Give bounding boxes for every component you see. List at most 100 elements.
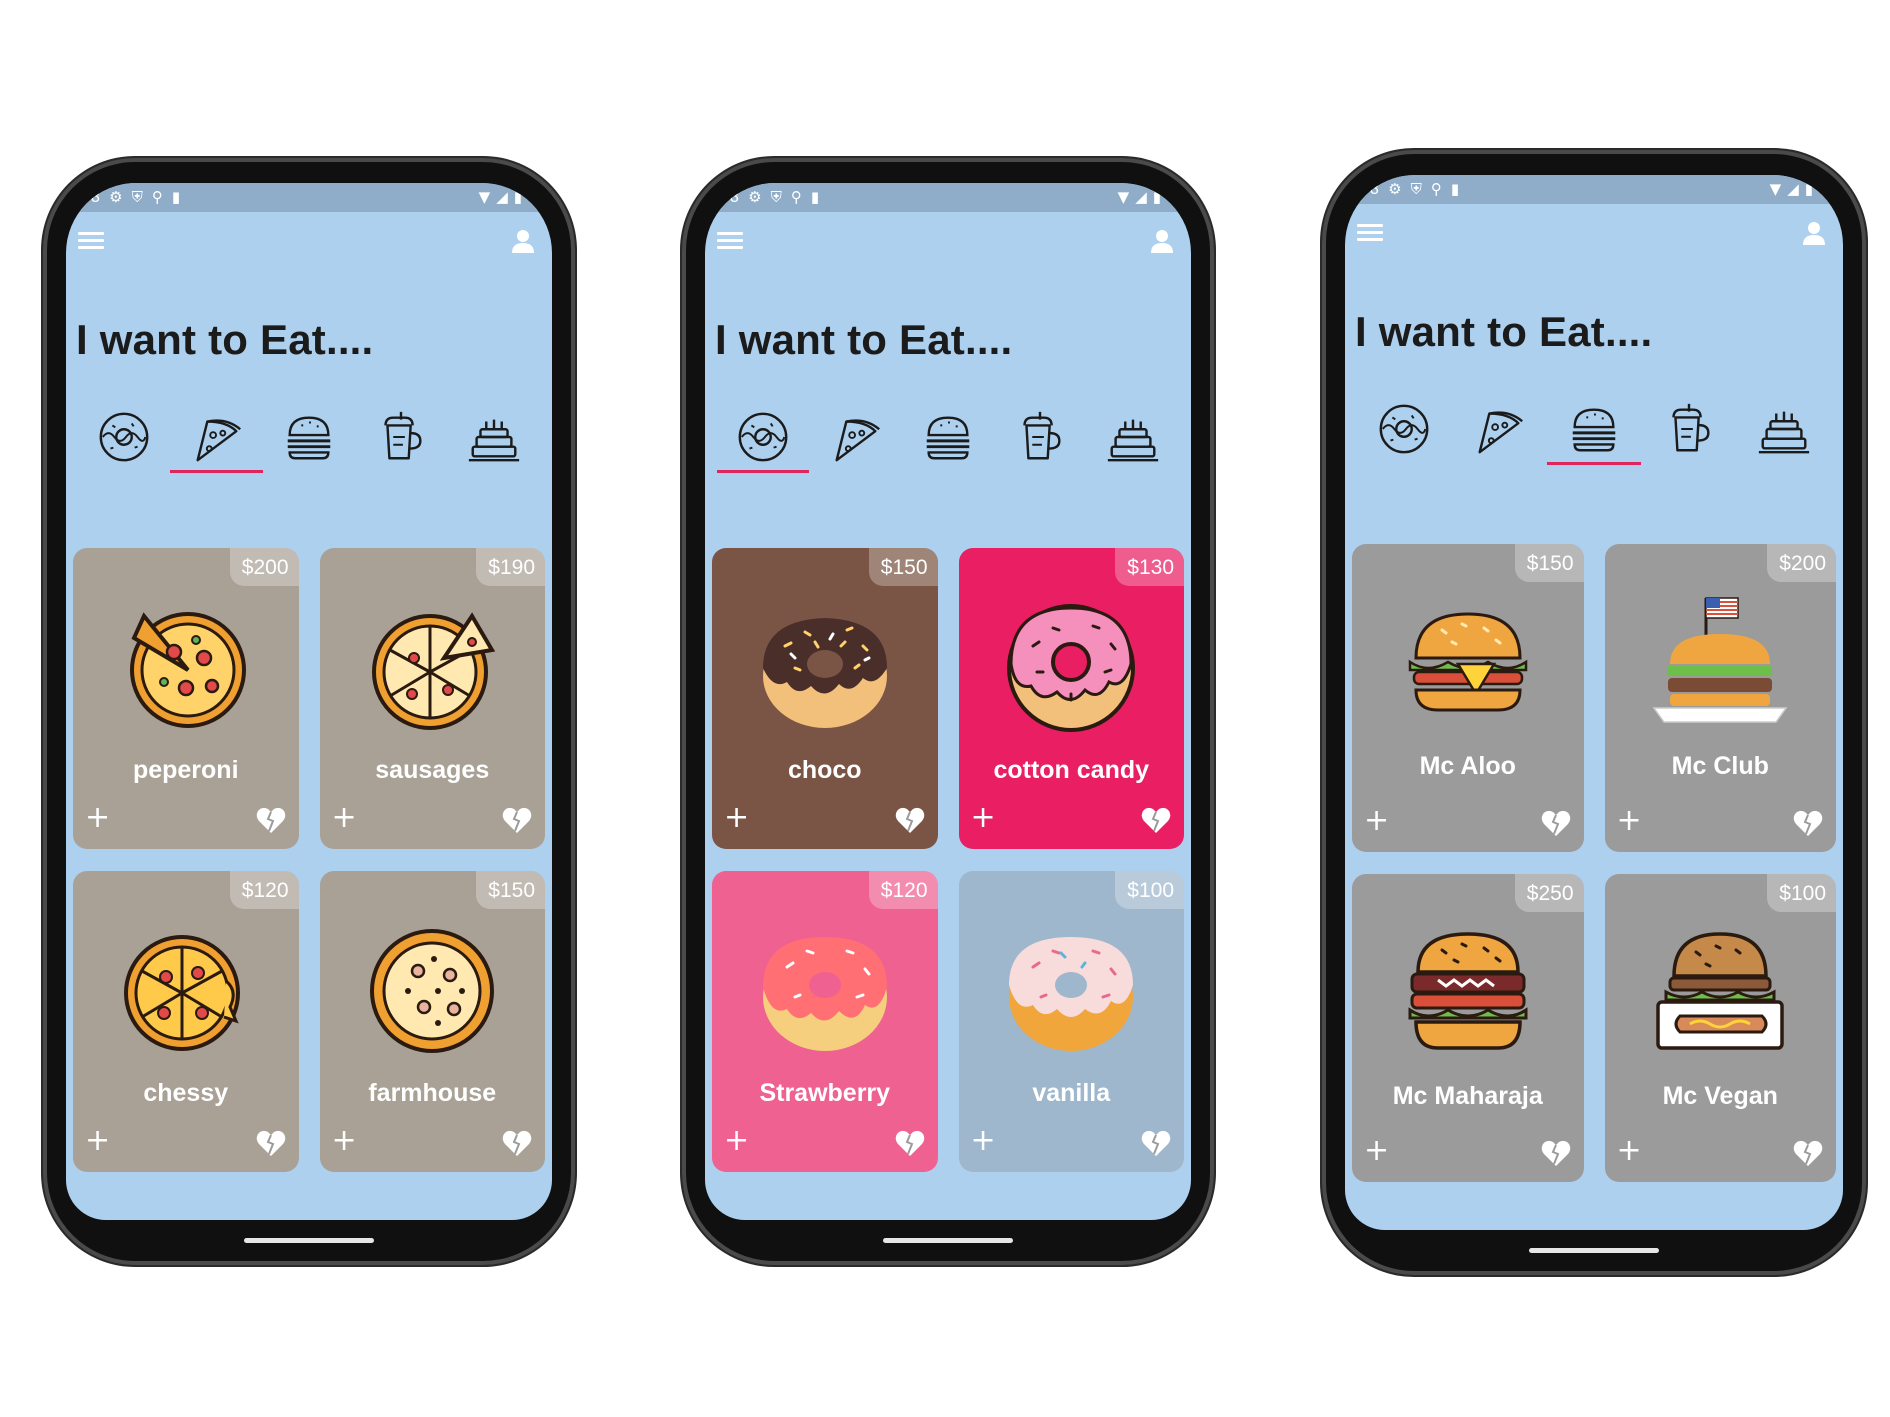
drink-icon	[1011, 408, 1069, 466]
food-card[interactable]: $200 Mc Club +	[1604, 544, 1836, 852]
tab-burger[interactable]	[263, 397, 355, 477]
settings-icon: ⚙	[1388, 180, 1402, 198]
food-card[interactable]: $250 Mc Maharaja +	[1352, 874, 1584, 1182]
price-badge: $200	[1767, 544, 1836, 582]
menu-icon[interactable]	[1357, 224, 1383, 244]
burger-icon	[919, 408, 977, 466]
add-button[interactable]: +	[1364, 806, 1389, 836]
tab-drink[interactable]	[1641, 389, 1736, 469]
home-indicator[interactable]	[1529, 1248, 1659, 1253]
usb-icon: ⚲	[151, 188, 163, 206]
tab-burger[interactable]	[1546, 389, 1642, 469]
pizza-icon	[116, 598, 256, 738]
burger-icon	[1650, 924, 1790, 1064]
pizza-icon	[188, 408, 246, 466]
add-button[interactable]: +	[332, 803, 357, 833]
tab-burger[interactable]	[902, 397, 994, 477]
tab-drink[interactable]	[994, 397, 1086, 477]
donut-icon	[755, 921, 895, 1061]
category-tabs	[717, 397, 1179, 477]
heart-icon[interactable]	[1140, 805, 1172, 835]
donut-icon	[1001, 598, 1141, 738]
tab-drink[interactable]	[355, 397, 447, 477]
signal-icon: ◢	[1787, 180, 1799, 198]
menu-icon[interactable]	[78, 232, 104, 252]
tab-donut[interactable]	[1357, 389, 1452, 469]
page-title: I want to Eat....	[715, 316, 1013, 363]
tab-cake[interactable]	[448, 397, 540, 477]
heart-icon[interactable]	[1540, 1138, 1572, 1168]
sd-card-icon: ▮	[171, 188, 181, 206]
phone-mockup-pizza: :58 ⚙ ⛨ ⚲ ▮ ▼ ◢ ▮ I want to Eat.... $200…	[43, 158, 575, 1265]
food-card[interactable]: $190 sausages +	[319, 548, 545, 849]
donut-icon	[1001, 921, 1141, 1061]
signal-icon: ◢	[496, 188, 508, 206]
battery-icon: ▮	[1152, 188, 1161, 206]
add-button[interactable]: +	[332, 1126, 357, 1156]
add-button[interactable]: +	[1364, 1136, 1389, 1166]
tab-pizza[interactable]	[809, 397, 901, 477]
food-name: Strawberry	[759, 1079, 891, 1107]
burger-icon	[1650, 594, 1790, 734]
food-card[interactable]: $200 peperoni +	[73, 548, 299, 849]
food-card[interactable]: $150 choco +	[712, 548, 938, 849]
price-badge: $150	[868, 548, 938, 586]
heart-icon[interactable]	[894, 805, 926, 835]
add-button[interactable]: +	[971, 803, 996, 833]
profile-icon[interactable]	[510, 228, 536, 254]
tab-pizza[interactable]	[1452, 389, 1547, 469]
profile-icon[interactable]	[1801, 220, 1827, 246]
shield-icon: ⛨	[1410, 180, 1422, 198]
home-indicator[interactable]	[883, 1238, 1013, 1243]
food-grid: $150 Mc Aloo + $200 Mc Club + $250 Mc Ma…	[1352, 544, 1836, 1182]
heart-icon[interactable]	[1792, 808, 1824, 838]
tab-pizza[interactable]	[170, 397, 264, 477]
pizza-icon	[116, 921, 256, 1061]
donut-icon	[755, 598, 895, 738]
food-card[interactable]: $120 chessy +	[73, 871, 299, 1172]
price-badge: $120	[229, 871, 299, 909]
food-name: cotton candy	[993, 756, 1150, 784]
heart-icon[interactable]	[1540, 808, 1572, 838]
heart-icon[interactable]	[255, 1128, 287, 1158]
food-card[interactable]: $100 Mc Vegan +	[1604, 874, 1836, 1182]
add-button[interactable]: +	[971, 1126, 996, 1156]
usb-icon: ⚲	[790, 188, 802, 206]
usb-icon: ⚲	[1430, 180, 1442, 198]
heart-icon[interactable]	[501, 805, 533, 835]
burger-icon	[1398, 594, 1538, 734]
food-card[interactable]: $150 Mc Aloo +	[1352, 544, 1584, 852]
heart-icon[interactable]	[1140, 1128, 1172, 1158]
heart-icon[interactable]	[894, 1128, 926, 1158]
add-button[interactable]: +	[1617, 1136, 1642, 1166]
donut-icon	[734, 408, 792, 466]
food-name: peperoni	[132, 756, 239, 784]
add-button[interactable]: +	[85, 1126, 110, 1156]
heart-icon[interactable]	[501, 1128, 533, 1158]
add-button[interactable]: +	[1617, 806, 1642, 836]
home-indicator[interactable]	[244, 1238, 374, 1243]
tab-donut[interactable]	[717, 397, 810, 477]
food-card[interactable]: $100 vanilla +	[958, 871, 1184, 1172]
tab-cake[interactable]	[1087, 397, 1179, 477]
profile-icon[interactable]	[1149, 228, 1175, 254]
price-badge: $100	[1767, 874, 1836, 912]
cake-icon	[465, 408, 523, 466]
food-card[interactable]: $120 Strawberry +	[712, 871, 938, 1172]
price-badge: $100	[1115, 871, 1184, 909]
add-button[interactable]: +	[724, 803, 749, 833]
add-button[interactable]: +	[85, 803, 110, 833]
status-bar: :58 ⚙ ⛨ ⚲ ▮ ▼ ◢ ▮	[705, 183, 1191, 212]
category-tabs	[1357, 389, 1831, 469]
tab-donut[interactable]	[78, 397, 170, 477]
food-name: vanilla	[1032, 1079, 1111, 1107]
food-card[interactable]: $150 farmhouse +	[319, 871, 545, 1172]
heart-icon[interactable]	[1792, 1138, 1824, 1168]
menu-icon[interactable]	[717, 232, 743, 252]
heart-icon[interactable]	[255, 805, 287, 835]
food-name: Mc Maharaja	[1392, 1082, 1543, 1110]
add-button[interactable]: +	[724, 1126, 749, 1156]
food-card[interactable]: $130 cotton candy +	[958, 548, 1184, 849]
clock-time: :58	[715, 188, 740, 206]
tab-cake[interactable]	[1736, 389, 1831, 469]
